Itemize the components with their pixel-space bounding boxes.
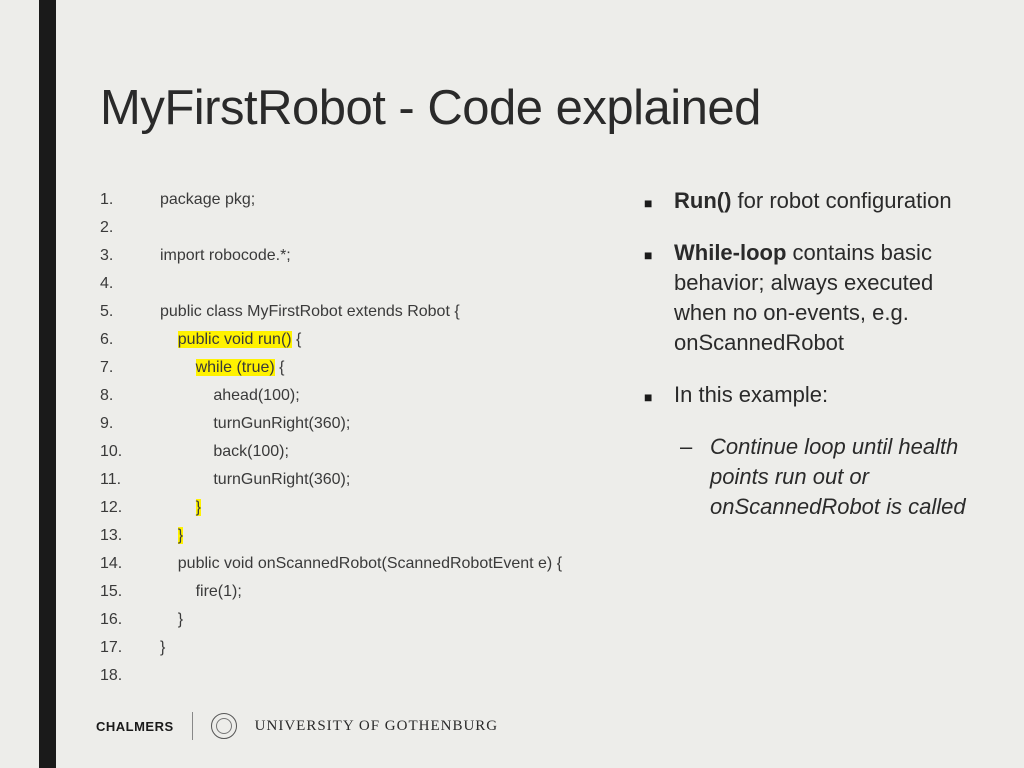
line-number: 6. — [100, 326, 160, 354]
columns: 1.package pkg;2.3.import robocode.*;4.5.… — [100, 186, 974, 690]
footer-divider — [192, 712, 193, 740]
line-number: 5. — [100, 298, 160, 326]
code-line: 7. while (true) { — [100, 354, 580, 382]
code-text: turnGunRight(360); — [160, 410, 350, 438]
highlight: } — [196, 499, 201, 516]
code-text: } — [160, 606, 183, 634]
line-number: 18. — [100, 662, 160, 690]
line-number: 10. — [100, 438, 160, 466]
code-text: } — [160, 634, 165, 662]
code-line: 13. } — [100, 522, 580, 550]
slide-title: MyFirstRobot - Code explained — [100, 80, 974, 136]
gu-seal-icon — [211, 713, 237, 739]
code-line: 14. public void onScannedRobot(ScannedRo… — [100, 550, 580, 578]
code-line: 12. } — [100, 494, 580, 522]
code-line: 11. turnGunRight(360); — [100, 466, 580, 494]
highlight: while (true) — [196, 359, 275, 376]
line-number: 8. — [100, 382, 160, 410]
code-line: 16. } — [100, 606, 580, 634]
slide-content: MyFirstRobot - Code explained 1.package … — [100, 80, 974, 690]
code-text: ahead(100); — [160, 382, 300, 410]
bullet-list: Run() for robot configuration While-loop … — [640, 186, 974, 690]
bullet-bold: Run() — [674, 188, 731, 213]
bullet-item: While-loop contains basic behavior; alwa… — [640, 238, 974, 358]
line-number: 12. — [100, 494, 160, 522]
code-line: 15. fire(1); — [100, 578, 580, 606]
line-number: 16. — [100, 606, 160, 634]
code-text: } — [160, 494, 201, 522]
code-line: 4. — [100, 270, 580, 298]
bullet-ul: Run() for robot configuration While-loop … — [640, 186, 974, 522]
code-line: 2. — [100, 214, 580, 242]
bullet-bold: While-loop — [674, 240, 786, 265]
bullet-item: Run() for robot configuration — [640, 186, 974, 216]
code-text: public class MyFirstRobot extends Robot … — [160, 298, 460, 326]
code-line: 10. back(100); — [100, 438, 580, 466]
footer: CHALMERS UNIVERSITY OF GOTHENBURG — [96, 712, 498, 740]
gu-wordmark: UNIVERSITY OF GOTHENBURG — [255, 718, 498, 735]
code-line: 9. turnGunRight(360); — [100, 410, 580, 438]
code-text: package pkg; — [160, 186, 255, 214]
line-number: 17. — [100, 634, 160, 662]
line-number: 7. — [100, 354, 160, 382]
line-number: 2. — [100, 214, 160, 242]
bullet-sub-item: Continue loop until health points run ou… — [640, 432, 974, 522]
code-line: 1.package pkg; — [100, 186, 580, 214]
line-number: 15. — [100, 578, 160, 606]
code-line: 3.import robocode.*; — [100, 242, 580, 270]
highlight: public void run() — [178, 331, 292, 348]
bullet-item: In this example: — [640, 380, 974, 410]
code-text: while (true) { — [160, 354, 285, 382]
code-line: 5.public class MyFirstRobot extends Robo… — [100, 298, 580, 326]
code-listing: 1.package pkg;2.3.import robocode.*;4.5.… — [100, 186, 580, 690]
line-number: 9. — [100, 410, 160, 438]
code-text: } — [160, 522, 183, 550]
code-text: public void onScannedRobot(ScannedRobotE… — [160, 550, 562, 578]
code-text: turnGunRight(360); — [160, 466, 350, 494]
code-line: 18. — [100, 662, 580, 690]
code-text: public void run() { — [160, 326, 301, 354]
line-number: 13. — [100, 522, 160, 550]
line-number: 3. — [100, 242, 160, 270]
slide-accent-bar — [39, 0, 56, 768]
line-number: 1. — [100, 186, 160, 214]
code-text: back(100); — [160, 438, 289, 466]
code-text: fire(1); — [160, 578, 242, 606]
chalmers-logo: CHALMERS — [96, 719, 174, 734]
line-number: 11. — [100, 466, 160, 494]
code-text: import robocode.*; — [160, 242, 291, 270]
line-number: 4. — [100, 270, 160, 298]
code-line: 17.} — [100, 634, 580, 662]
code-line: 6. public void run() { — [100, 326, 580, 354]
code-line: 8. ahead(100); — [100, 382, 580, 410]
highlight: } — [178, 527, 183, 544]
line-number: 14. — [100, 550, 160, 578]
